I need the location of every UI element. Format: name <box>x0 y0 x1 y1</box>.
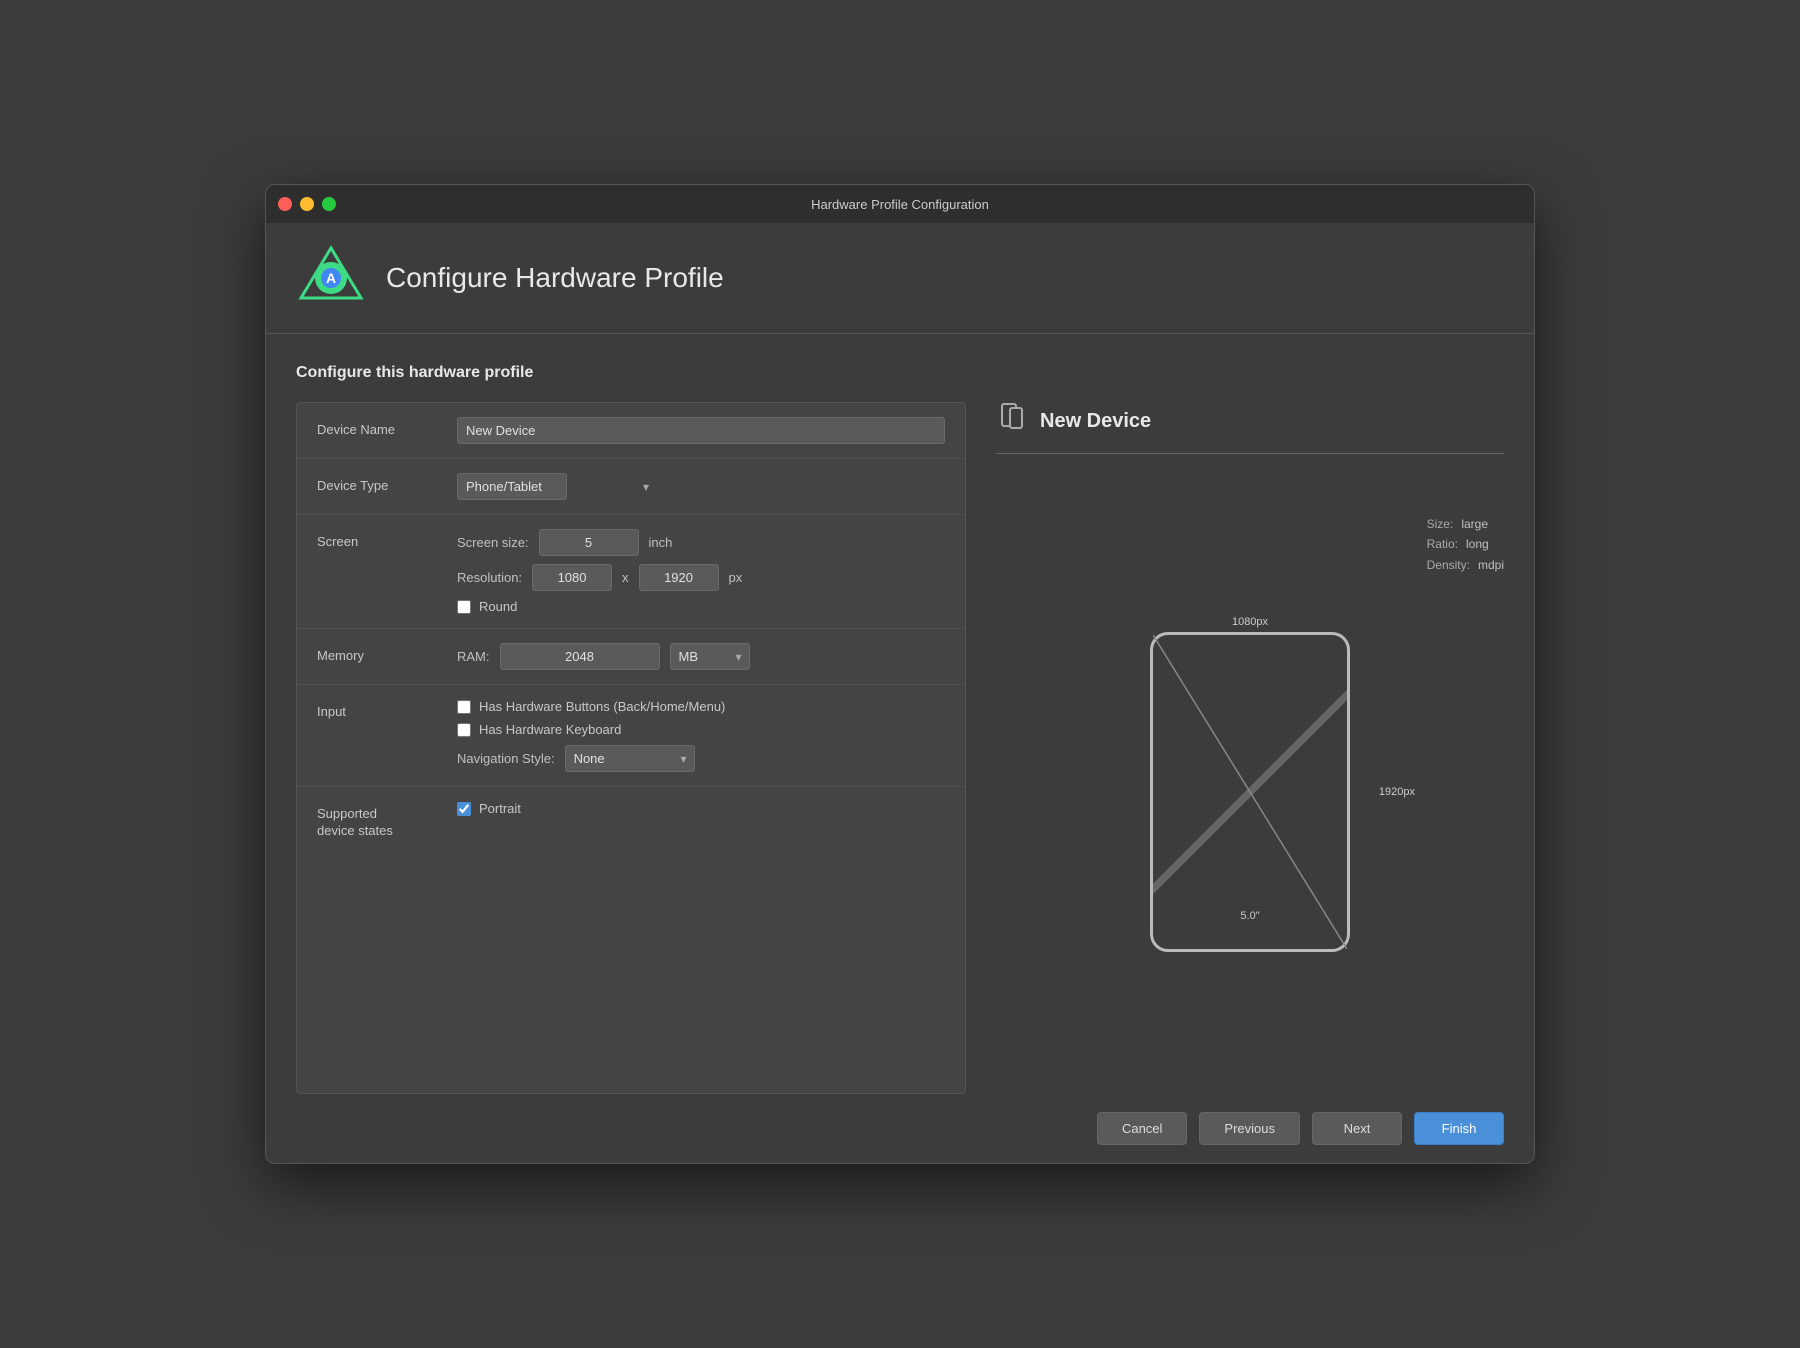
device-name-controls <box>457 417 945 444</box>
navigation-style-row: Navigation Style: None D-Pad Trackball W… <box>457 745 945 772</box>
device-states-controls: Portrait <box>457 801 945 816</box>
density-spec-value: mdpi <box>1478 555 1504 575</box>
phone-diagram: 1080px 1920px 5. <box>1150 616 1350 952</box>
minimize-button[interactable] <box>300 197 314 211</box>
hardware-buttons-checkbox[interactable] <box>457 700 471 714</box>
input-controls: Has Hardware Buttons (Back/Home/Menu) Ha… <box>457 699 945 772</box>
round-checkbox[interactable] <box>457 600 471 614</box>
ram-label: RAM: <box>457 649 490 664</box>
android-studio-logo: A <box>296 243 366 313</box>
portrait-label[interactable]: Portrait <box>479 801 521 816</box>
portrait-row: Portrait <box>457 801 945 816</box>
dim-center-label: 5.0" <box>1240 910 1259 922</box>
resolution-label: Resolution: <box>457 570 522 585</box>
screen-size-label: Screen size: <box>457 535 529 550</box>
finish-button[interactable]: Finish <box>1414 1112 1504 1145</box>
memory-label: Memory <box>317 643 457 665</box>
navigation-style-label: Navigation Style: <box>457 751 555 766</box>
resolution-unit: px <box>729 570 743 585</box>
close-button[interactable] <box>278 197 292 211</box>
header-title: Configure Hardware Profile <box>386 262 724 294</box>
header: A Configure Hardware Profile <box>266 223 1534 334</box>
input-row: Input Has Hardware Buttons (Back/Home/Me… <box>297 685 965 787</box>
form-panel: Device Name Device Type Phone/Tablet Tab… <box>296 402 966 1094</box>
screen-controls: Screen size: inch Resolution: x px <box>457 529 945 614</box>
main-window: Hardware Profile Configuration A Configu… <box>265 184 1535 1164</box>
screen-size-unit: inch <box>649 535 673 550</box>
device-name-label: Device Name <box>317 417 457 439</box>
diagonal-line <box>1153 635 1347 949</box>
phone-frame <box>1150 632 1350 952</box>
main-content: Configure this hardware profile Device N… <box>266 334 1534 1094</box>
ram-input[interactable] <box>500 643 660 670</box>
ram-unit-select[interactable]: MB GB <box>670 643 750 670</box>
input-label: Input <box>317 699 457 721</box>
next-button[interactable]: Next <box>1312 1112 1402 1145</box>
window-title: Hardware Profile Configuration <box>811 197 989 212</box>
density-spec-row: Density: mdpi <box>1427 555 1504 575</box>
density-spec-key: Density: <box>1427 555 1470 575</box>
titlebar: Hardware Profile Configuration <box>266 185 1534 223</box>
maximize-button[interactable] <box>322 197 336 211</box>
size-spec-row: Size: large <box>1427 514 1504 534</box>
preview-device-icon <box>996 402 1028 441</box>
hardware-keyboard-row: Has Hardware Keyboard <box>457 722 945 737</box>
size-spec-value: large <box>1461 514 1488 534</box>
cancel-button[interactable]: Cancel <box>1097 1112 1187 1145</box>
device-name-input[interactable] <box>457 417 945 444</box>
content-area: Device Name Device Type Phone/Tablet Tab… <box>296 402 1504 1094</box>
memory-controls: RAM: MB GB <box>457 643 945 670</box>
size-spec-key: Size: <box>1427 514 1454 534</box>
resolution-x-input[interactable] <box>532 564 612 591</box>
dim-top-label: 1080px <box>1232 616 1268 628</box>
device-type-controls: Phone/Tablet Tablet Phone Wear OS Deskto… <box>457 473 945 500</box>
screen-size-input[interactable] <box>539 529 639 556</box>
device-type-select-wrapper: Phone/Tablet Tablet Phone Wear OS Deskto… <box>457 473 657 500</box>
hardware-keyboard-label[interactable]: Has Hardware Keyboard <box>479 722 621 737</box>
previous-button[interactable]: Previous <box>1199 1112 1300 1145</box>
ratio-spec-value: long <box>1466 534 1489 554</box>
device-name-row: Device Name <box>297 403 965 459</box>
preview-title: New Device <box>1040 410 1151 433</box>
round-label[interactable]: Round <box>479 599 517 614</box>
device-type-label: Device Type <box>317 473 457 495</box>
hardware-keyboard-checkbox[interactable] <box>457 723 471 737</box>
preview-panel: New Device 1080px <box>996 402 1504 1094</box>
memory-row: Memory RAM: MB GB <box>297 629 965 685</box>
resolution-y-input[interactable] <box>639 564 719 591</box>
hardware-buttons-row: Has Hardware Buttons (Back/Home/Menu) <box>457 699 945 714</box>
device-states-row: Supported device states Portrait <box>297 787 965 854</box>
screen-label: Screen <box>317 529 457 551</box>
svg-text:A: A <box>326 270 336 286</box>
device-states-label: Supported device states <box>317 801 457 840</box>
ram-row: RAM: MB GB <box>457 643 945 670</box>
navigation-style-select[interactable]: None D-Pad Trackball Wheel 2D Nav Pad <box>565 745 695 772</box>
navigation-style-select-wrapper: None D-Pad Trackball Wheel 2D Nav Pad <box>565 745 695 772</box>
resolution-row: Resolution: x px <box>457 564 945 591</box>
device-specs: Size: large Ratio: long Density: mdpi <box>1427 514 1504 575</box>
ram-unit-select-wrapper: MB GB <box>670 643 750 670</box>
preview-header: New Device <box>996 402 1504 454</box>
footer: Cancel Previous Next Finish <box>266 1094 1534 1163</box>
phone-diagram-wrapper: 1920px 5.0" <box>1150 632 1350 952</box>
resolution-sep: x <box>622 570 629 585</box>
round-row: Round <box>457 599 945 614</box>
portrait-checkbox[interactable] <box>457 802 471 816</box>
screen-row: Screen Screen size: inch Resolution: x <box>297 515 965 629</box>
section-title: Configure this hardware profile <box>296 364 1504 382</box>
device-type-select[interactable]: Phone/Tablet Tablet Phone Wear OS Deskto… <box>457 473 567 500</box>
ratio-spec-row: Ratio: long <box>1427 534 1504 554</box>
screen-size-row: Screen size: inch <box>457 529 945 556</box>
preview-area: 1080px 1920px 5. <box>996 474 1504 1094</box>
ratio-spec-key: Ratio: <box>1427 534 1458 554</box>
dim-right-label: 1920px <box>1379 786 1415 798</box>
titlebar-buttons <box>278 197 336 211</box>
hardware-buttons-label[interactable]: Has Hardware Buttons (Back/Home/Menu) <box>479 699 725 714</box>
device-type-row: Device Type Phone/Tablet Tablet Phone We… <box>297 459 965 515</box>
